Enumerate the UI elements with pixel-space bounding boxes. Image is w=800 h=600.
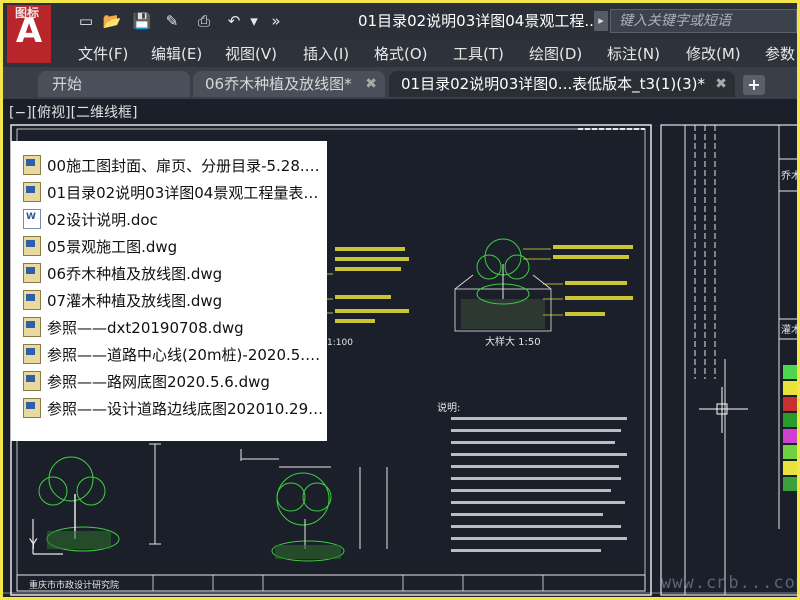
file-item[interactable]: 07灌木种植及放线图.dwg	[23, 288, 327, 312]
autocad-logo-icon: A	[15, 11, 43, 51]
file-name: 07灌木种植及放线图.dwg	[47, 291, 223, 310]
file-item[interactable]: 参照——设计道路边线底图202010.29....	[23, 396, 327, 420]
dwg-file-icon	[23, 290, 41, 310]
menu-modify[interactable]: 修改(M)	[686, 43, 741, 64]
file-item[interactable]: 02设计说明.doc	[23, 207, 327, 231]
file-item[interactable]: 00施工图封面、扉页、分册目录-5.28.d...	[23, 153, 327, 177]
open-icon[interactable]: 📂	[101, 11, 123, 31]
close-icon[interactable]: ✖	[365, 71, 377, 97]
scale-label: 1:100	[327, 338, 353, 348]
dwg-file-icon	[23, 398, 41, 418]
menu-parameters[interactable]: 参数	[765, 43, 795, 64]
doc-file-icon	[23, 209, 41, 229]
ucs-y-label: Y	[28, 537, 38, 553]
document-title: 01目录02说明03详图04景观工程...	[358, 12, 599, 30]
dwg-file-icon	[23, 155, 41, 175]
file-item[interactable]: 参照——路网底图2020.5.6.dwg	[23, 369, 327, 393]
file-name: 参照——路网底图2020.5.6.dwg	[47, 372, 270, 391]
dwg-file-icon	[23, 317, 41, 337]
menu-dimension[interactable]: 标注(N)	[607, 43, 660, 64]
save-icon[interactable]: 💾	[131, 11, 153, 31]
menu-tools[interactable]: 工具(T)	[453, 43, 504, 64]
new-icon[interactable]: ▭	[75, 11, 97, 31]
file-name: 参照——dxt20190708.dwg	[47, 318, 244, 337]
detail-title: 大样大 1:50	[485, 335, 541, 348]
print-icon[interactable]: ⎙	[193, 11, 215, 31]
tab-label: 01目录02说明03详图0...表低版本_t3(1)(3)*	[401, 75, 706, 93]
watermark: www.cnb...com	[661, 573, 797, 593]
file-name: 02设计说明.doc	[47, 210, 158, 229]
dwg-file-icon	[23, 182, 41, 202]
menu-view[interactable]: 视图(V)	[225, 43, 277, 64]
tab-start[interactable]: 开始	[38, 71, 190, 97]
title-block-text: 重庆市市政设计研究院	[29, 579, 119, 591]
menu-edit[interactable]: 编辑(E)	[151, 43, 202, 64]
file-name: 06乔木种植及放线图.dwg	[47, 264, 223, 283]
dwg-file-icon	[23, 263, 41, 283]
overflow-icon[interactable]: »	[265, 11, 287, 31]
menu-format[interactable]: 格式(O)	[374, 43, 428, 64]
file-name: 01目录02说明03详图04景观工程量表低...	[47, 183, 327, 202]
dwg-file-icon	[23, 344, 41, 364]
menu-insert[interactable]: 插入(I)	[303, 43, 349, 64]
file-tab-bar: 开始 06乔木种植及放线图* ✖ 01目录02说明03详图0...表低版本_t3…	[3, 67, 797, 99]
application-menu-button[interactable]: 图标 A	[7, 5, 51, 63]
file-item[interactable]: 参照——dxt20190708.dwg	[23, 315, 327, 339]
undo-dropdown-icon[interactable]: ▾	[247, 11, 261, 31]
saveas-icon[interactable]: ✎	[161, 11, 183, 31]
undo-icon[interactable]: ↶	[223, 11, 245, 31]
right-table-label-shrubs: 灌木	[781, 324, 797, 336]
menu-file[interactable]: 文件(F)	[78, 43, 128, 64]
file-list-popup: 00施工图封面、扉页、分册目录-5.28.d... 01目录02说明03详图04…	[11, 141, 327, 441]
dwg-file-icon	[23, 236, 41, 256]
menu-draw[interactable]: 绘图(D)	[529, 43, 582, 64]
tab-label: 开始	[52, 75, 83, 93]
tab-label: 06乔木种植及放线图*	[205, 75, 352, 93]
search-input[interactable]: 键入关键字或短语	[610, 9, 797, 33]
menu-bar: 文件(F) 编辑(E) 视图(V) 插入(I) 格式(O) 工具(T) 绘图(D…	[3, 39, 797, 67]
file-name: 参照——道路中心线(20m桩)-2020.5.6....	[47, 345, 327, 364]
right-table-label-trees: 乔木	[781, 170, 797, 182]
tab-01-catalog[interactable]: 01目录02说明03详图0...表低版本_t3(1)(3)* ✖	[389, 71, 735, 97]
viewport-controls[interactable]: [−][俯视][二维线框]	[9, 102, 138, 122]
file-item[interactable]: 参照——道路中心线(20m桩)-2020.5.6....	[23, 342, 327, 366]
dwg-file-icon	[23, 371, 41, 391]
tab-06-tree-planting[interactable]: 06乔木种植及放线图* ✖	[193, 71, 385, 97]
close-icon[interactable]: ✖	[715, 71, 727, 97]
notes-title: 说明:	[437, 401, 460, 414]
file-name: 参照——设计道路边线底图202010.29....	[47, 399, 327, 418]
file-item[interactable]: 01目录02说明03详图04景观工程量表低...	[23, 180, 327, 204]
new-tab-button[interactable]: +	[743, 75, 765, 95]
file-name: 05景观施工图.dwg	[47, 237, 178, 256]
title-more-button[interactable]: ▸	[594, 11, 608, 31]
file-item[interactable]: 05景观施工图.dwg	[23, 234, 327, 258]
title-bar: ▭ 📂 💾 ✎ ⎙ ↶ ▾ » 01目录02说明03详图04景观工程... ▸ …	[3, 3, 797, 39]
file-item[interactable]: 06乔木种植及放线图.dwg	[23, 261, 327, 285]
file-name: 00施工图封面、扉页、分册目录-5.28.d...	[47, 156, 327, 175]
